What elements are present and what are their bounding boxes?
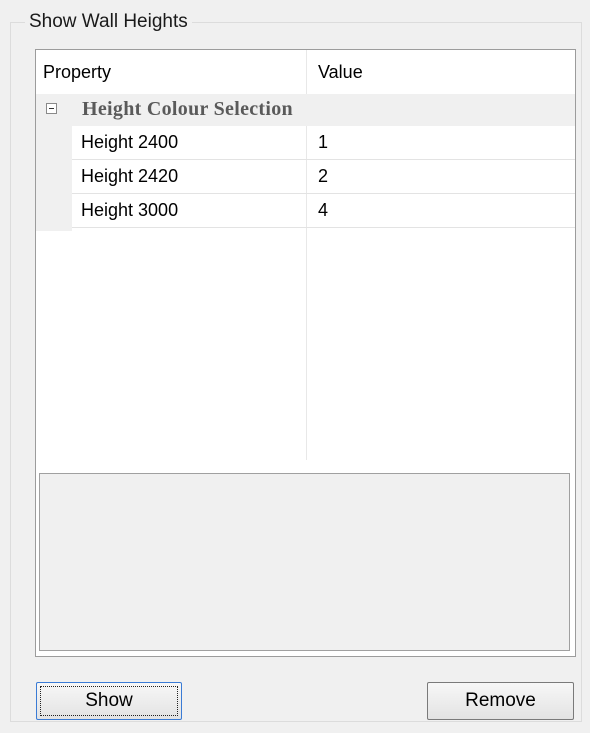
property-name: Height 2420 (81, 166, 179, 186)
property-row[interactable]: Height 2400 1 (72, 126, 575, 160)
row-gutter (36, 126, 72, 231)
property-value[interactable]: 2 (318, 166, 328, 187)
property-name: Height 2400 (81, 132, 179, 152)
property-row[interactable]: Height 2420 2 (72, 160, 575, 194)
show-button-label: Show (40, 686, 178, 716)
property-row[interactable]: Height 3000 4 (72, 194, 575, 228)
property-name: Height 3000 (81, 200, 179, 220)
column-header-value: Value (318, 62, 363, 82)
groupbox-title: Show Wall Heights (25, 10, 192, 34)
property-grid[interactable]: Property Value Height Colour Selection H… (35, 49, 576, 657)
property-value[interactable]: 1 (318, 132, 328, 153)
category-row-height-colour-selection[interactable]: Height Colour Selection (36, 94, 575, 126)
wall-heights-panel: Show Wall Heights Property Value Height … (0, 0, 590, 733)
property-value[interactable]: 4 (318, 200, 328, 221)
category-label: Height Colour Selection (82, 98, 293, 120)
column-header-property: Property (43, 62, 112, 82)
description-panel (39, 473, 570, 651)
show-button[interactable]: Show (36, 682, 182, 720)
remove-button[interactable]: Remove (427, 682, 574, 720)
collapse-minus-icon[interactable] (46, 103, 57, 114)
